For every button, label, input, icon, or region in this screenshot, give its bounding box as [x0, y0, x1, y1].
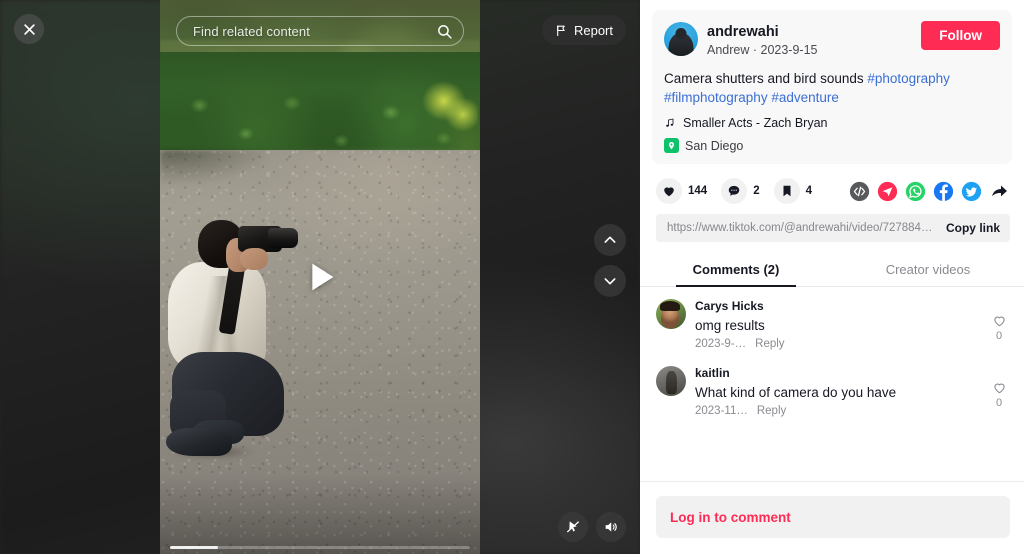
author-avatar[interactable]	[664, 22, 698, 56]
comment-meta: 2023-11… Reply	[695, 405, 979, 417]
panel-tabs: Comments (2) Creator videos	[640, 255, 1024, 287]
comment-meta: 2023-9-… Reply	[695, 338, 979, 350]
embed-code-icon[interactable]	[849, 181, 870, 202]
comment-like-button[interactable]: 0	[988, 299, 1010, 350]
next-video-button[interactable]	[594, 265, 626, 297]
comment-reply-button[interactable]: Reply	[755, 338, 784, 350]
heart-icon	[656, 178, 682, 204]
location-row[interactable]: San Diego	[664, 138, 1000, 153]
comment-count: 2	[753, 185, 760, 197]
facebook-icon[interactable]	[933, 181, 954, 202]
photographer-subject	[164, 214, 304, 464]
music-row[interactable]: Smaller Acts - Zach Bryan	[664, 116, 1000, 130]
share-link-row: https://www.tiktok.com/@andrewahi/video/…	[656, 214, 1010, 242]
tiktok-video-modal: Find related content Report andrewahi An…	[0, 0, 1024, 554]
heart-outline-icon	[993, 316, 1005, 327]
video-progress-bar[interactable]	[170, 546, 470, 549]
comments-list: Carys Hicks omg results 2023-9-… Reply 0	[640, 287, 1024, 481]
info-scroll-area: andrewahi Andrew · 2023-9-15 Follow Came…	[640, 0, 1024, 481]
video-player[interactable]: Find related content	[160, 0, 480, 554]
volume-on-icon	[605, 522, 617, 532]
comment-item: Carys Hicks omg results 2023-9-… Reply 0	[656, 299, 1010, 366]
comment-like-count: 0	[995, 397, 1003, 409]
engagement-bar: 144 2 4	[640, 164, 1024, 214]
commenter-name[interactable]: Carys Hicks	[695, 299, 979, 314]
clear-display-button[interactable]	[558, 512, 588, 542]
music-title: Smaller Acts - Zach Bryan	[683, 116, 828, 130]
comment-item: kaitlin What kind of camera do you have …	[656, 366, 1010, 433]
commenter-name[interactable]: kaitlin	[695, 366, 979, 381]
share-arrow-icon[interactable]	[989, 181, 1010, 202]
tab-creator-videos[interactable]: Creator videos	[832, 255, 1024, 286]
video-url[interactable]: https://www.tiktok.com/@andrewahi/video/…	[667, 222, 936, 234]
engagement-counts: 144 2 4	[656, 178, 812, 204]
search-icon[interactable]	[436, 23, 453, 40]
comment-time: 2023-9-…	[695, 338, 747, 350]
close-icon	[23, 23, 35, 35]
comment-body: kaitlin What kind of camera do you have …	[695, 366, 979, 417]
twitter-icon[interactable]	[961, 181, 982, 202]
commenter-avatar[interactable]	[656, 299, 686, 329]
post-meta-card: andrewahi Andrew · 2023-9-15 Follow Came…	[652, 10, 1012, 164]
caption-text: Camera shutters and bird sounds	[664, 71, 868, 86]
bookmark-button[interactable]: 4	[773, 178, 812, 204]
hashtag-filmphotography[interactable]: #filmphotography	[664, 90, 768, 105]
video-info-panel: andrewahi Andrew · 2023-9-15 Follow Came…	[640, 0, 1024, 554]
login-footer: Log in to comment	[640, 481, 1024, 554]
like-count: 144	[688, 185, 708, 197]
like-button[interactable]: 144	[656, 178, 707, 204]
comment-reply-button[interactable]: Reply	[757, 405, 786, 417]
report-label: Report	[573, 22, 613, 38]
video-stage[interactable]: Find related content Report	[0, 0, 640, 554]
comment-bubble-icon	[721, 178, 748, 204]
search-input[interactable]: Find related content	[193, 24, 436, 39]
post-caption: Camera shutters and bird sounds #photogr…	[664, 70, 1000, 107]
volume-button[interactable]	[596, 512, 626, 542]
hashtag-photography[interactable]: #photography	[867, 71, 950, 86]
log-in-to-comment-button[interactable]: Log in to comment	[656, 496, 1010, 538]
location-pin-icon	[664, 138, 679, 153]
video-navigation	[594, 224, 626, 297]
previous-video-button[interactable]	[594, 224, 626, 256]
find-related-content-search[interactable]: Find related content	[176, 16, 464, 46]
comment-like-count: 0	[995, 330, 1003, 342]
report-button[interactable]: Report	[541, 15, 626, 45]
heart-outline-icon	[993, 383, 1005, 394]
share-icons	[849, 181, 1010, 202]
comment-like-button[interactable]: 0	[988, 366, 1010, 417]
commenter-avatar[interactable]	[656, 366, 686, 396]
telegram-icon[interactable]	[877, 181, 898, 202]
music-note-icon	[666, 118, 674, 127]
bookmark-icon	[773, 178, 800, 204]
comment-text: What kind of camera do you have	[695, 385, 897, 400]
bookmark-count: 4	[805, 185, 812, 197]
hashtag-adventure[interactable]: #adventure	[771, 90, 839, 105]
chevron-up-icon	[604, 236, 616, 243]
copy-link-button[interactable]: Copy link	[936, 221, 1000, 235]
tab-comments[interactable]: Comments (2)	[640, 255, 832, 287]
clear-display-icon	[567, 521, 579, 533]
comment-time: 2023-11…	[695, 405, 748, 417]
location-name: San Diego	[685, 138, 744, 153]
play-icon	[312, 263, 334, 291]
video-controls	[558, 512, 626, 542]
follow-button[interactable]: Follow	[921, 21, 1000, 50]
play-button[interactable]	[292, 249, 348, 305]
whatsapp-icon[interactable]	[905, 181, 926, 202]
flag-icon	[557, 25, 565, 36]
comment-body: Carys Hicks omg results 2023-9-… Reply	[695, 299, 979, 350]
close-button[interactable]	[14, 14, 44, 44]
chevron-down-icon	[604, 278, 616, 285]
comment-button[interactable]: 2	[721, 178, 760, 204]
comment-text: omg results	[695, 318, 765, 333]
